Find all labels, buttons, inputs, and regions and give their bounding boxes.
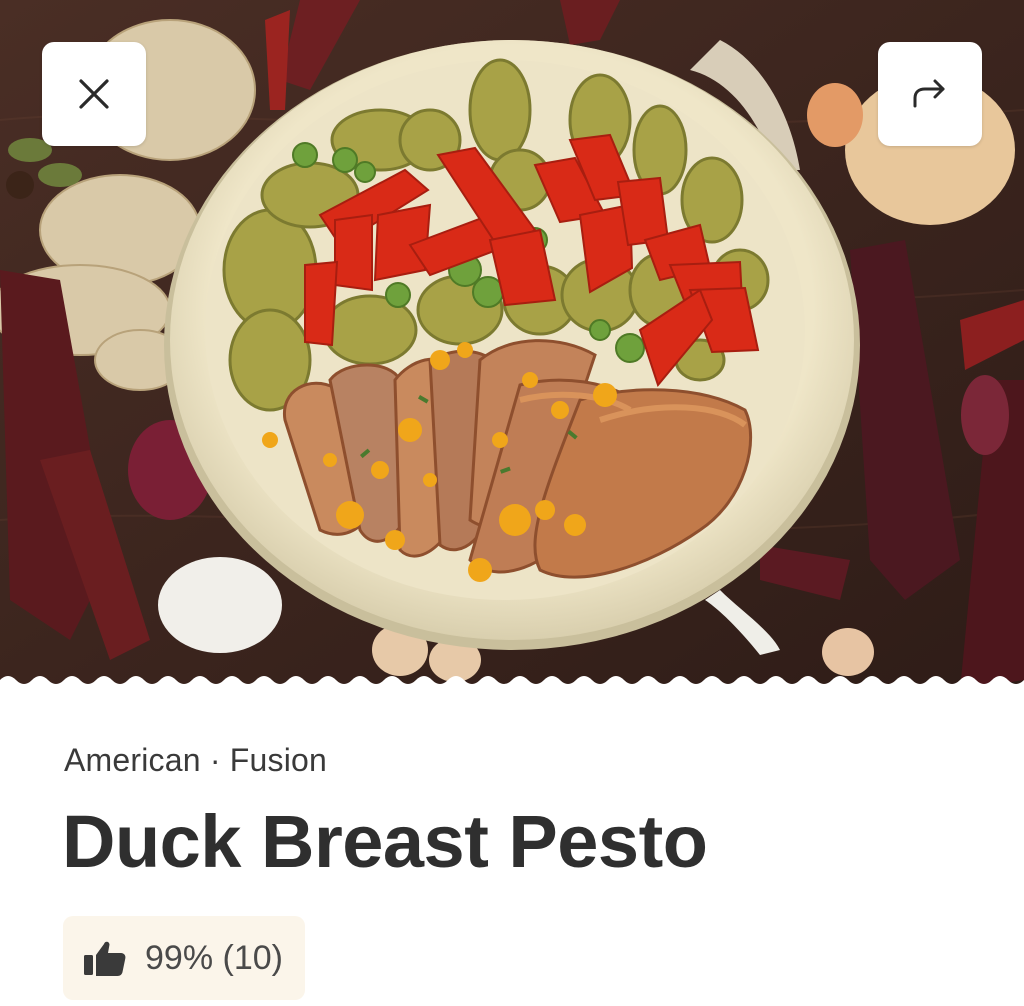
hero-image [0,0,1024,690]
recipe-details: American · Fusion Duck Breast Pesto 99% … [0,690,1024,1006]
share-arrow-icon [913,79,945,108]
wave-divider [0,676,1024,692]
recipe-title: Duck Breast Pesto [62,800,708,883]
rating-text: 99% (10) [145,938,283,977]
rating-badge: 99% (10) [63,916,305,1000]
close-icon [79,79,109,109]
dish-photo [0,0,1024,690]
close-button[interactable] [42,42,146,146]
cuisine-label: American · Fusion [64,742,328,778]
thumbs-up-icon [84,941,126,976]
share-button[interactable] [878,42,982,146]
